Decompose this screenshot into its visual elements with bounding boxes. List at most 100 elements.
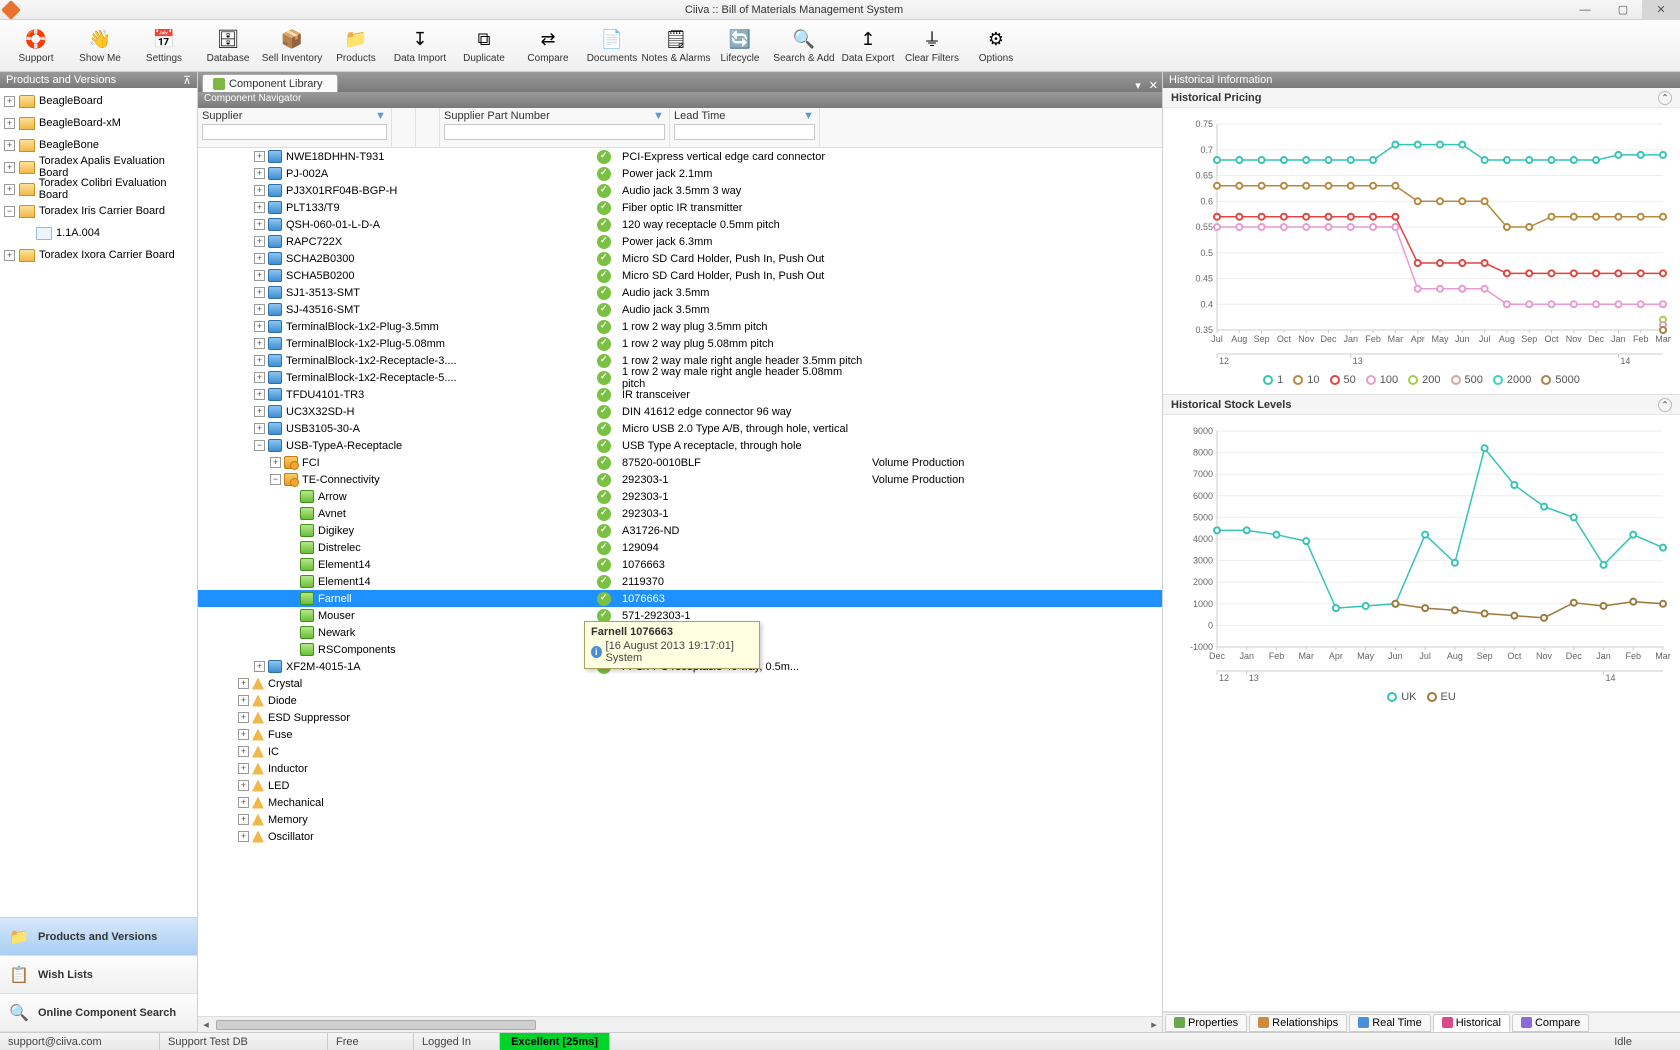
close-button[interactable]: ✕ <box>1642 0 1680 20</box>
grid-row[interactable]: +PLT133/T9Fiber optic IR transmitter <box>198 199 1162 216</box>
toolbar-compare[interactable]: ⇄Compare <box>516 22 580 71</box>
grid-row[interactable]: +IC <box>198 743 1162 760</box>
grid-row[interactable]: Avnet292303-1 <box>198 505 1162 522</box>
grid-row[interactable]: +TFDU4101-TR3IR transceiver <box>198 386 1162 403</box>
filter-icon[interactable]: ▼ <box>653 110 665 122</box>
row-toggle-icon[interactable]: + <box>254 202 265 213</box>
legend-item[interactable]: 500 <box>1451 374 1483 386</box>
grid-row[interactable]: DigikeyA31726-ND <box>198 522 1162 539</box>
grid-row[interactable]: +TerminalBlock-1x2-Plug-3.5mm1 row 2 way… <box>198 318 1162 335</box>
legend-item[interactable]: 1 <box>1263 374 1283 386</box>
tab-relationships[interactable]: Relationships <box>1249 1014 1347 1032</box>
toolbar-clear-filters[interactable]: ⏚Clear Filters <box>900 22 964 71</box>
row-toggle-icon[interactable]: − <box>270 474 281 485</box>
grid-row[interactable]: +Diode <box>198 692 1162 709</box>
tab-real-time[interactable]: Real Time <box>1349 1014 1431 1032</box>
grid-row[interactable]: +Oscillator <box>198 828 1162 845</box>
product-item[interactable]: +Toradex Colibri Evaluation Board <box>0 178 197 200</box>
part-filter-input[interactable] <box>444 124 665 140</box>
tabstrip-close-icon[interactable]: ✕ <box>1145 79 1162 92</box>
grid-row[interactable]: +PJ-002APower jack 2.1mm <box>198 165 1162 182</box>
tree-toggle-icon[interactable]: + <box>4 96 15 107</box>
grid-row[interactable]: +SCHA2B0300Micro SD Card Holder, Push In… <box>198 250 1162 267</box>
tab-properties[interactable]: Properties <box>1165 1014 1247 1032</box>
row-toggle-icon[interactable]: + <box>238 814 249 825</box>
row-toggle-icon[interactable]: + <box>254 253 265 264</box>
toolbar-settings[interactable]: 📅Settings <box>132 22 196 71</box>
grid-row[interactable]: −TE-Connectivity292303-1Volume Productio… <box>198 471 1162 488</box>
toolbar-lifecycle[interactable]: 🔄Lifecycle <box>708 22 772 71</box>
row-toggle-icon[interactable]: + <box>238 797 249 808</box>
grid-row[interactable]: +PJ3X01RF04B-BGP-HAudio jack 3.5mm 3 way <box>198 182 1162 199</box>
toolbar-search-add[interactable]: 🔍Search & Add <box>772 22 836 71</box>
grid-row[interactable]: +USB3105-30-AMicro USB 2.0 Type A/B, thr… <box>198 420 1162 437</box>
tree-toggle-icon[interactable]: + <box>4 184 15 195</box>
legend-item[interactable]: 100 <box>1366 374 1398 386</box>
supplier-filter-input[interactable] <box>202 124 387 140</box>
grid-row[interactable]: +Inductor <box>198 760 1162 777</box>
grid-row[interactable]: +FCI87520-0010BLFVolume Production <box>198 454 1162 471</box>
legend-item[interactable]: 200 <box>1408 374 1440 386</box>
toolbar-show-me[interactable]: 👋Show Me <box>68 22 132 71</box>
row-toggle-icon[interactable]: + <box>254 185 265 196</box>
row-toggle-icon[interactable]: + <box>270 457 281 468</box>
filter-icon[interactable]: ▼ <box>375 110 387 122</box>
sidebar-wish-lists[interactable]: 📋Wish Lists <box>0 956 197 994</box>
row-toggle-icon[interactable]: + <box>254 168 265 179</box>
row-toggle-icon[interactable]: + <box>254 321 265 332</box>
sidebar-online-component-search[interactable]: 🔍Online Component Search <box>0 994 197 1032</box>
tree-toggle-icon[interactable]: + <box>4 250 15 261</box>
grid-row[interactable]: +Mechanical <box>198 794 1162 811</box>
product-item[interactable]: +Toradex Ixora Carrier Board <box>0 244 197 266</box>
row-toggle-icon[interactable]: + <box>254 406 265 417</box>
grid-row[interactable]: Arrow292303-1 <box>198 488 1162 505</box>
row-toggle-icon[interactable]: + <box>254 304 265 315</box>
scroll-thumb[interactable] <box>216 1020 536 1030</box>
toolbar-data-export[interactable]: ↥Data Export <box>836 22 900 71</box>
row-toggle-icon[interactable]: + <box>238 695 249 706</box>
maximize-button[interactable]: ▢ <box>1604 0 1642 20</box>
row-toggle-icon[interactable]: + <box>238 729 249 740</box>
horizontal-scrollbar[interactable]: ◂ ▸ <box>198 1016 1162 1032</box>
grid-body[interactable]: +NWE18DHHN-T931PCI-Express vertical edge… <box>198 148 1162 1016</box>
grid-row[interactable]: +SJ-43516-SMTAudio jack 3.5mm <box>198 301 1162 318</box>
toolbar-sell-inventory[interactable]: 📦Sell Inventory <box>260 22 324 71</box>
legend-item[interactable]: 2000 <box>1493 374 1531 386</box>
grid-row[interactable]: +RAPC722XPower jack 6.3mm <box>198 233 1162 250</box>
product-item[interactable]: +BeagleBoard <box>0 90 197 112</box>
lead-filter-input[interactable] <box>674 124 815 140</box>
grid-row[interactable]: +UC3X32SD-HDIN 41612 edge connector 96 w… <box>198 403 1162 420</box>
grid-row[interactable]: +SJ1-3513-SMTAudio jack 3.5mm <box>198 284 1162 301</box>
tree-toggle-icon[interactable]: + <box>4 140 15 151</box>
minimize-button[interactable]: — <box>1566 0 1604 20</box>
toolbar-documents[interactable]: 📄Documents <box>580 22 644 71</box>
tree-toggle-icon[interactable]: + <box>4 118 15 129</box>
row-toggle-icon[interactable]: + <box>254 338 265 349</box>
tree-toggle-icon[interactable]: − <box>4 206 15 217</box>
row-toggle-icon[interactable]: + <box>254 287 265 298</box>
grid-row[interactable]: +Crystal <box>198 675 1162 692</box>
toolbar-support[interactable]: 🛟Support <box>4 22 68 71</box>
legend-item[interactable]: 5000 <box>1541 374 1579 386</box>
row-toggle-icon[interactable]: + <box>238 712 249 723</box>
collapse-icon[interactable]: ⌃ <box>1658 91 1672 105</box>
col-part[interactable]: Supplier Part Number <box>444 110 550 122</box>
legend-item[interactable]: 10 <box>1293 374 1319 386</box>
row-toggle-icon[interactable]: − <box>254 440 265 451</box>
tab-compare[interactable]: Compare <box>1512 1014 1589 1032</box>
toolbar-duplicate[interactable]: ⧉Duplicate <box>452 22 516 71</box>
sidebar-products-and-versions[interactable]: 📁Products and Versions <box>0 918 197 956</box>
legend-item[interactable]: 50 <box>1330 374 1356 386</box>
collapse-icon[interactable]: ⌃ <box>1658 398 1672 412</box>
row-toggle-icon[interactable]: + <box>238 678 249 689</box>
row-toggle-icon[interactable]: + <box>254 270 265 281</box>
row-toggle-icon[interactable]: + <box>238 763 249 774</box>
scroll-right-icon[interactable]: ▸ <box>1146 1018 1162 1031</box>
row-toggle-icon[interactable]: + <box>238 746 249 757</box>
col-supplier[interactable]: Supplier <box>202 110 242 122</box>
grid-row[interactable]: −USB-TypeA-ReceptacleUSB Type A receptac… <box>198 437 1162 454</box>
toolbar-products[interactable]: 📁Products <box>324 22 388 71</box>
row-toggle-icon[interactable]: + <box>254 423 265 434</box>
row-toggle-icon[interactable]: + <box>254 151 265 162</box>
grid-row[interactable]: +NWE18DHHN-T931PCI-Express vertical edge… <box>198 148 1162 165</box>
